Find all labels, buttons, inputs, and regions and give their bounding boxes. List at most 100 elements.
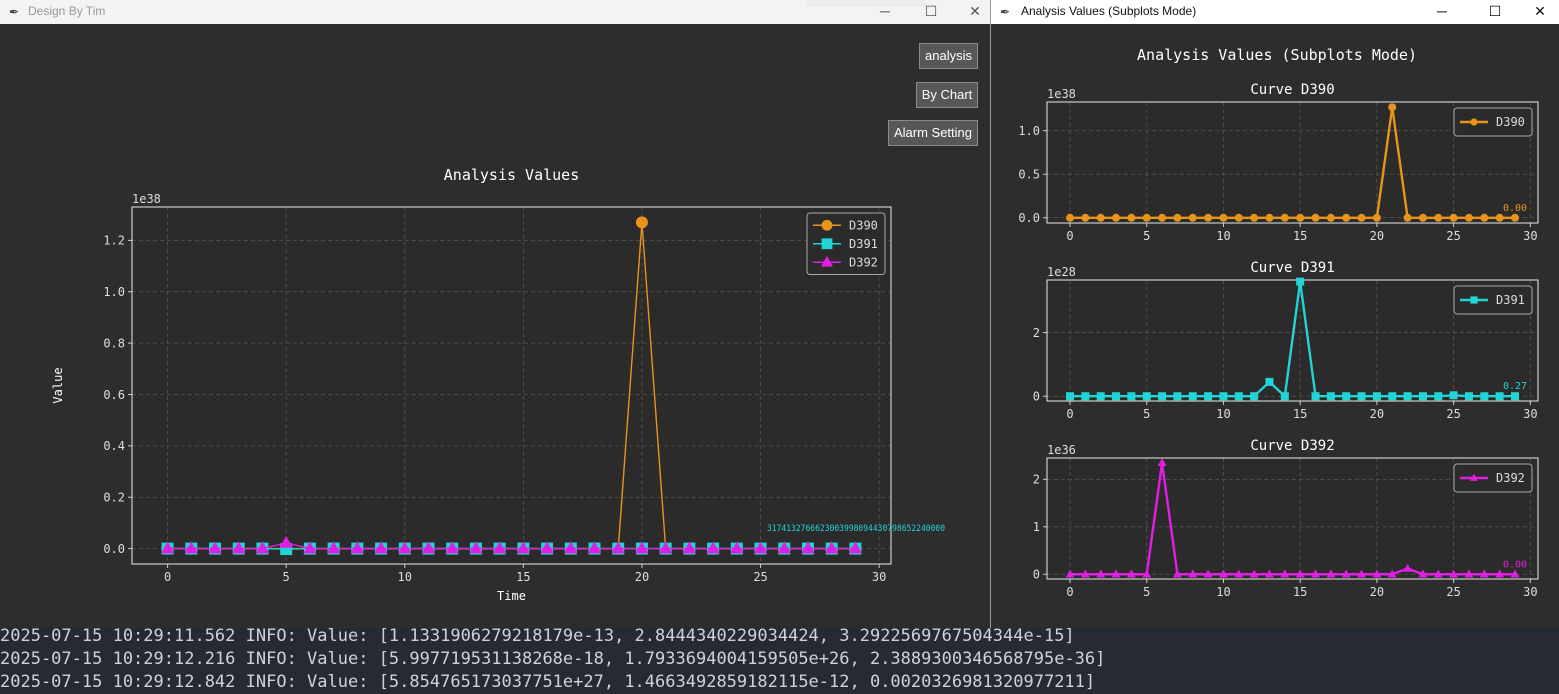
x-tick-label: 0 [1066,229,1073,243]
data-point-d391 [1173,392,1182,401]
x-tick-label: 25 [1446,229,1460,243]
log-line: 2025-07-15 10:29:12.842 INFO: Value: [5.… [0,672,1096,692]
legend-label: D391 [1496,293,1525,307]
y-tick-label: 0 [1033,390,1040,404]
data-point-d390 [1372,213,1381,222]
y-tick-label: 2 [1033,326,1040,340]
data-point-d390 [1158,213,1167,222]
offset-label: 1e38 [132,192,161,206]
data-point-d390 [1234,213,1243,222]
x-tick-label: 30 [1523,229,1537,243]
y-tick-label: 1.0 [1018,124,1040,138]
x-tick-label: 25 [753,570,767,584]
x-tick-label: 30 [1523,407,1537,421]
x-tick-label: 20 [1370,229,1384,243]
legend-marker [821,219,833,231]
data-point-d390 [1081,213,1090,222]
legend-label: D390 [849,218,878,232]
legend-label: D390 [1496,115,1525,129]
data-point-d390 [1127,213,1136,222]
x-tick-label: 25 [1446,407,1460,421]
data-point-d391 [1388,392,1397,401]
data-point-d390 [1495,213,1504,222]
data-point-d390 [1204,213,1213,222]
y-tick-label: 0 [1033,568,1040,582]
data-point-d391 [1296,277,1305,286]
chart-title: Curve D391 [1250,260,1334,276]
y-tick-label: 1.2 [103,234,125,248]
data-point-d391 [1066,392,1075,401]
y-tick-label: 0.0 [1018,211,1040,225]
data-point-d390 [1388,103,1397,112]
data-point-d391 [1158,392,1167,401]
legend-marker [1470,296,1478,304]
x-tick-label: 0 [1066,585,1073,599]
data-point-d390 [1480,213,1489,222]
data-point-d390 [1326,213,1335,222]
data-point-d390 [1449,213,1458,222]
subplots-figure: Analysis Values (Subplots Mode)0 5 10 15 20 2… [1018,46,1539,599]
data-point-d390 [1403,213,1412,222]
data-point-d391 [1265,377,1274,386]
data-point-d390 [1142,213,1151,222]
data-point-d391 [1112,392,1121,401]
x-tick-label: 30 [872,570,886,584]
y-tick-label: 0.5 [1018,168,1040,182]
last-value-label: 0.27 [1503,381,1527,392]
data-point-d390 [635,216,648,229]
data-point-d391 [1280,392,1289,401]
data-point-d391 [1326,392,1335,401]
x-tick-label: 10 [1216,229,1230,243]
x-tick-label: 15 [516,570,530,584]
data-point-d391 [1204,392,1213,401]
offset-label: 1e38 [1047,87,1076,101]
data-point-d391 [1096,392,1105,401]
log-line: 2025-07-15 10:29:12.216 INFO: Value: [5.… [0,649,1106,669]
data-point-d391 [1480,392,1489,401]
data-point-d390 [1173,213,1182,222]
x-tick-label: 10 [1216,407,1230,421]
data-point-d390 [1250,213,1259,222]
data-point-d391 [1234,392,1243,401]
data-point-d391 [1219,392,1228,401]
x-tick-label: 15 [1293,229,1307,243]
data-point-d390 [1296,213,1305,222]
data-point-d391 [1127,392,1136,401]
data-point-d391 [1418,392,1427,401]
main-window: ✒ Design By Tim ─ ☐ ✕ analysis By Chart … [0,0,990,628]
data-point-d390 [1112,213,1121,222]
data-point-d390 [1464,213,1473,222]
y-tick-label: 1 [1033,520,1040,534]
x-tick-label: 20 [1370,585,1384,599]
data-point-d391 [1464,392,1473,401]
data-point-d391 [1403,392,1412,401]
data-point-d391 [1357,392,1366,401]
last-value-label: 0.00 [1503,203,1527,214]
x-axis-label: Time [497,589,526,603]
y-tick-label: 0.0 [103,542,125,556]
legend-marker [821,238,833,250]
data-point-d391 [1342,392,1351,401]
y-tick-label: 0.6 [103,388,125,402]
offset-label: 1e36 [1047,443,1076,457]
x-tick-label: 5 [283,570,290,584]
data-point-d391 [1510,392,1519,401]
plot-area [132,207,891,564]
data-point-d390 [1066,213,1075,222]
analysis-values-chart: 0 5 10 15 20 25 30 0.0 0.2 0.4 0.6 0.8 1.0 1.2 1e38 Ana… [51,166,945,603]
data-point-d391 [1142,392,1151,401]
chart-title: Analysis Values [444,166,579,184]
data-point-d391 [1495,392,1504,401]
x-tick-label: 15 [1293,407,1307,421]
data-point-d390 [1357,213,1366,222]
x-tick-label: 30 [1523,585,1537,599]
x-tick-label: 5 [1143,229,1150,243]
data-point-d391 [1311,392,1320,401]
data-point-d391 [1250,392,1259,401]
x-tick-label: 25 [1446,585,1460,599]
figure-suptitle: Analysis Values (Subplots Mode) [1137,46,1417,64]
legend-label: D392 [849,255,878,269]
data-point-d390 [1219,213,1228,222]
x-tick-label: 0 [1066,407,1073,421]
x-tick-label: 20 [635,570,649,584]
